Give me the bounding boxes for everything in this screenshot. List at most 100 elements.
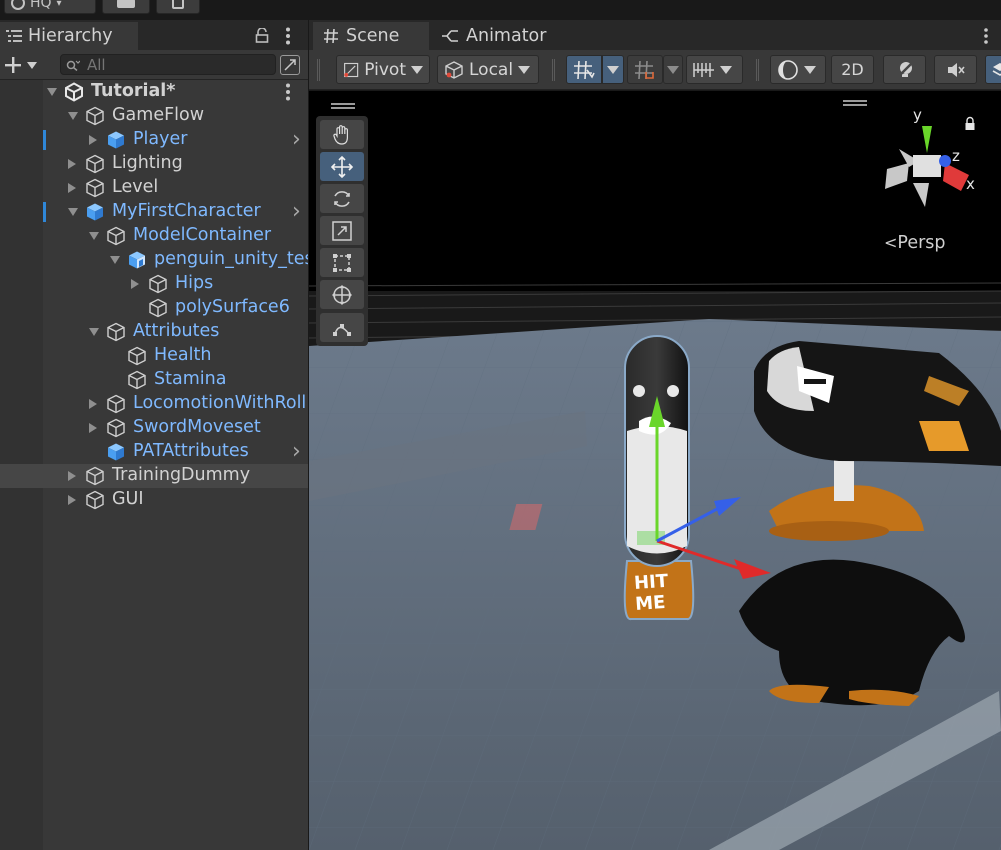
gameobject-icon	[86, 466, 104, 486]
kebab-menu-icon[interactable]	[285, 27, 291, 45]
search-icon	[66, 60, 80, 71]
chevron-down-icon	[720, 65, 732, 74]
custom-tool-button[interactable]	[320, 313, 364, 342]
tree-row-label: MyFirstCharacter	[112, 201, 261, 221]
tab-hierarchy[interactable]: Hierarchy	[0, 22, 138, 50]
expanded-arrow-icon[interactable]	[68, 112, 78, 120]
chevron-right-icon[interactable]: ›	[288, 127, 301, 152]
gameobject-icon	[107, 322, 125, 342]
prefab-override-marker	[43, 130, 46, 150]
local-dropdown[interactable]: Local	[437, 55, 539, 84]
projection-toggle[interactable]: <Persp	[884, 233, 946, 253]
tree-row[interactable]: Tutorial*	[0, 80, 308, 104]
expanded-arrow-icon[interactable]	[68, 208, 78, 216]
tree-row-label: SwordMoveset	[133, 417, 261, 437]
overlay-handle	[843, 100, 867, 102]
tree-row[interactable]: Player ›	[0, 127, 308, 152]
collab-button[interactable]	[156, 0, 200, 14]
tree-row[interactable]: TrainingDummy	[0, 464, 308, 488]
tree-row[interactable]: GUI	[0, 488, 308, 512]
expanded-arrow-icon[interactable]	[89, 232, 99, 240]
app-top-bar: HQ ▾	[0, 0, 1001, 20]
view-tool-button[interactable]	[320, 120, 364, 149]
tree-row[interactable]: GameFlow	[0, 104, 308, 128]
collapsed-arrow-icon[interactable]	[131, 279, 139, 289]
tree-row[interactable]: penguin_unity_tes	[0, 248, 308, 272]
tree-row-label: penguin_unity_tes	[154, 249, 308, 269]
increment-snap-icon	[635, 60, 654, 79]
tree-row-label: PATAttributes	[133, 441, 249, 461]
collapsed-arrow-icon[interactable]	[68, 495, 76, 505]
chevron-right-icon[interactable]: ›	[288, 199, 301, 224]
increment-snap-toggle[interactable]	[627, 55, 663, 84]
scene-viewport[interactable]: HIT ME y z x	[309, 91, 1001, 850]
tree-row[interactable]: LocomotionWithRoll	[0, 392, 308, 416]
audio-mute-icon	[947, 62, 965, 77]
cloud-icon	[117, 0, 135, 8]
tree-row[interactable]: MyFirstCharacter ›	[0, 199, 308, 224]
grid-snap-toggle[interactable]	[566, 55, 602, 84]
toolbar-separator	[552, 59, 555, 81]
tree-row[interactable]: SwordMoveset	[0, 416, 308, 440]
rotate-tool-button[interactable]	[320, 184, 364, 213]
gameobject-icon	[128, 370, 146, 390]
tab-scene[interactable]: Scene	[313, 22, 429, 50]
scale-tool-button[interactable]	[320, 216, 364, 245]
rotate-icon	[334, 190, 350, 207]
scene-visibility-button[interactable]	[280, 55, 300, 75]
search-input[interactable]	[60, 54, 276, 75]
collapsed-arrow-icon[interactable]	[89, 423, 97, 433]
collapsed-arrow-icon[interactable]	[89, 399, 97, 409]
tab-scene-label: Scene	[346, 26, 400, 46]
lock-icon[interactable]	[255, 28, 269, 43]
tree-row-label: GameFlow	[112, 105, 205, 125]
expanded-arrow-icon[interactable]	[47, 88, 57, 96]
layout-label: HQ	[30, 0, 52, 11]
move-tool-button[interactable]	[320, 152, 364, 181]
prefab-override-marker	[43, 202, 46, 222]
tree-row[interactable]: Hips	[0, 272, 308, 296]
kebab-menu-icon[interactable]	[983, 28, 989, 44]
collapsed-arrow-icon[interactable]	[68, 183, 76, 193]
grid-snap-dropdown[interactable]	[602, 55, 624, 84]
gizmo-x-label: x	[966, 175, 975, 193]
collapsed-arrow-icon[interactable]	[68, 471, 76, 481]
pivot-dropdown[interactable]: Pivot	[336, 55, 430, 84]
gameobject-icon	[86, 106, 104, 126]
tree-row[interactable]: polySurface6	[0, 296, 308, 320]
mode-2d-toggle[interactable]: 2D	[831, 55, 874, 84]
effects-toggle[interactable]	[985, 55, 1001, 84]
move-arrows-icon	[330, 155, 354, 178]
dummy-text-me: ME	[634, 592, 666, 615]
overlay-handle	[331, 103, 355, 105]
tree-row[interactable]: Health	[0, 344, 308, 368]
lighting-toggle[interactable]	[883, 55, 926, 84]
scene-toolbar: Pivot Local 2D	[309, 50, 1001, 90]
tree-row[interactable]: PATAttributes ›	[0, 439, 308, 464]
shading-sphere-icon	[778, 59, 798, 80]
account-icon	[11, 0, 25, 10]
collapsed-arrow-icon[interactable]	[68, 159, 76, 169]
expanded-arrow-icon[interactable]	[110, 256, 120, 264]
chevron-down-icon	[667, 65, 679, 74]
audio-toggle[interactable]	[934, 55, 977, 84]
rect-tool-button[interactable]	[320, 248, 364, 277]
kebab-menu-icon[interactable]	[285, 83, 291, 101]
tree-row[interactable]: ModelContainer	[0, 224, 308, 248]
tab-animator[interactable]: Animator	[441, 22, 571, 50]
tree-row-label: ModelContainer	[133, 225, 272, 245]
grid-visibility-dropdown[interactable]	[686, 55, 743, 84]
tree-row[interactable]: Level	[0, 176, 308, 200]
draw-mode-dropdown[interactable]	[770, 55, 826, 84]
increment-snap-dropdown[interactable]	[663, 55, 683, 84]
tree-row[interactable]: Attributes	[0, 320, 308, 344]
layout-dropdown[interactable]: HQ ▾	[4, 0, 96, 14]
expanded-arrow-icon[interactable]	[89, 328, 99, 336]
cloud-button[interactable]	[102, 0, 150, 14]
tree-row[interactable]: Stamina	[0, 368, 308, 392]
transform-tool-button[interactable]	[320, 280, 364, 309]
collapsed-arrow-icon[interactable]	[89, 135, 97, 145]
create-button[interactable]	[4, 53, 44, 77]
chevron-right-icon[interactable]: ›	[288, 439, 301, 464]
tree-row[interactable]: Lighting	[0, 152, 308, 176]
